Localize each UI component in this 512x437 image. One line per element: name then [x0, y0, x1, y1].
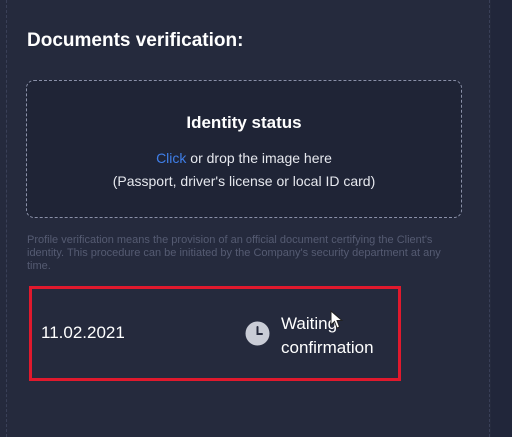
- verification-note: Profile verification means the provision…: [27, 234, 441, 272]
- left-divider: [6, 0, 7, 437]
- dropzone-accepted-documents: (Passport, driver's license or local ID …: [112, 173, 376, 189]
- dropzone-instruction-text: or drop the image here: [186, 150, 332, 166]
- right-column-edge: [491, 0, 512, 437]
- clock-icon: [245, 321, 270, 346]
- mouse-cursor-icon: [330, 310, 344, 329]
- submission-date: 11.02.2021: [41, 323, 125, 342]
- documents-verification-panel: Documents verification: Identity status …: [0, 0, 512, 437]
- dropzone-title: Identity status: [186, 113, 302, 132]
- dropzone-instruction: Click or drop the image here: [27, 150, 461, 166]
- section-title: Documents verification:: [27, 30, 244, 51]
- identity-upload-dropzone[interactable]: Identity status Click or drop the image …: [26, 80, 462, 218]
- right-divider: [489, 0, 490, 437]
- status-line-2: confirmation: [281, 338, 374, 357]
- click-upload-link[interactable]: Click: [156, 150, 186, 166]
